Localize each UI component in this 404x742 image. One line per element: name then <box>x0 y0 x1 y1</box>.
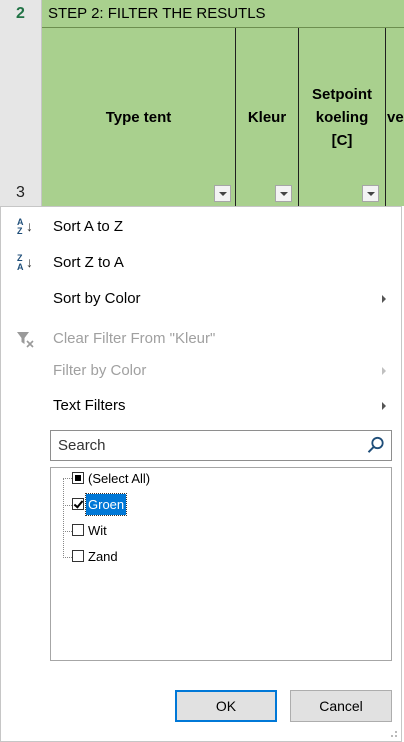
sort-ascending-icon: A Z ↓ <box>17 217 33 236</box>
checkbox-partial[interactable] <box>72 472 84 484</box>
header-type-tent[interactable]: Type tent <box>42 28 236 206</box>
checkbox-checked[interactable] <box>72 498 84 510</box>
submenu-arrow-icon <box>382 367 386 375</box>
spreadsheet-area: 2 3 STEP 2: FILTER THE RESUTLS Type tent… <box>0 0 404 206</box>
sort-descending-icon: Z A ↓ <box>17 253 33 272</box>
header-kleur[interactable]: Kleur <box>236 28 299 206</box>
filter-item-label: Wit <box>88 523 107 538</box>
text-filters-item[interactable]: Text Filters <box>1 388 401 424</box>
filter-item-label: (Select All) <box>88 471 151 486</box>
clear-filter-icon <box>17 332 34 348</box>
clear-filter-label: Clear Filter From "Kleur" <box>53 330 216 347</box>
resize-grip-icon[interactable] <box>390 730 398 738</box>
ok-button[interactable]: OK <box>175 690 277 722</box>
text-filters-label: Text Filters <box>53 397 126 414</box>
header-type-tent-label: Type tent <box>105 108 172 126</box>
sort-z-to-a-label: Sort Z to A <box>53 254 124 271</box>
sort-by-color-label: Sort by Color <box>53 290 141 307</box>
cancel-button[interactable]: Cancel <box>290 690 392 722</box>
sort-a-to-z-item[interactable]: A Z ↓ Sort A to Z <box>1 209 401 245</box>
search-box[interactable] <box>50 430 392 461</box>
header-setpoint[interactable]: Setpoint koeling [C] <box>299 28 386 206</box>
filter-dropdown-setpoint[interactable] <box>362 185 379 202</box>
submenu-arrow-icon <box>382 402 386 410</box>
autofilter-dropdown-panel: A Z ↓ Sort A to Z Z A ↓ Sort Z to A Sort by … <box>0 206 402 742</box>
sort-by-color-item[interactable]: Sort by Color <box>1 281 401 317</box>
filter-by-color-label: Filter by Color <box>53 362 147 379</box>
filter-dropdown-kleur[interactable] <box>275 185 292 202</box>
filter-item-wit[interactable]: Wit <box>69 520 269 541</box>
header-kleur-label: Kleur <box>247 108 287 126</box>
tree-line <box>63 478 64 558</box>
header-setpoint-label: Setpoint koeling [C] <box>312 85 372 149</box>
filter-item-label: Zand <box>88 549 118 564</box>
header-next-label: ve <box>387 108 404 126</box>
filter-item-groen[interactable]: Groen <box>69 493 269 516</box>
clear-filter-item[interactable]: Clear Filter From "Kleur" <box>1 321 401 357</box>
filter-by-color-item[interactable]: Filter by Color <box>1 353 401 389</box>
checkbox-unchecked[interactable] <box>72 550 84 562</box>
filter-item-label: Groen <box>84 493 128 516</box>
filter-item-select-all[interactable]: (Select All) <box>69 468 269 489</box>
filter-values-list[interactable]: (Select All) Groen Wit Zand <box>50 467 392 661</box>
submenu-arrow-icon <box>382 295 386 303</box>
search-input[interactable] <box>51 431 358 460</box>
sort-a-to-z-label: Sort A to Z <box>53 218 124 235</box>
header-next-column[interactable]: ve <box>386 28 404 206</box>
search-icon <box>367 436 384 453</box>
section-title-cell[interactable]: STEP 2: FILTER THE RESUTLS <box>42 0 404 28</box>
checkbox-unchecked[interactable] <box>72 524 84 536</box>
row-header-3[interactable]: 3 <box>0 28 42 206</box>
row-header-2[interactable]: 2 <box>0 0 42 28</box>
sort-z-to-a-item[interactable]: Z A ↓ Sort Z to A <box>1 245 401 281</box>
filter-dropdown-type-tent[interactable] <box>214 185 231 202</box>
filter-item-zand[interactable]: Zand <box>69 546 269 567</box>
